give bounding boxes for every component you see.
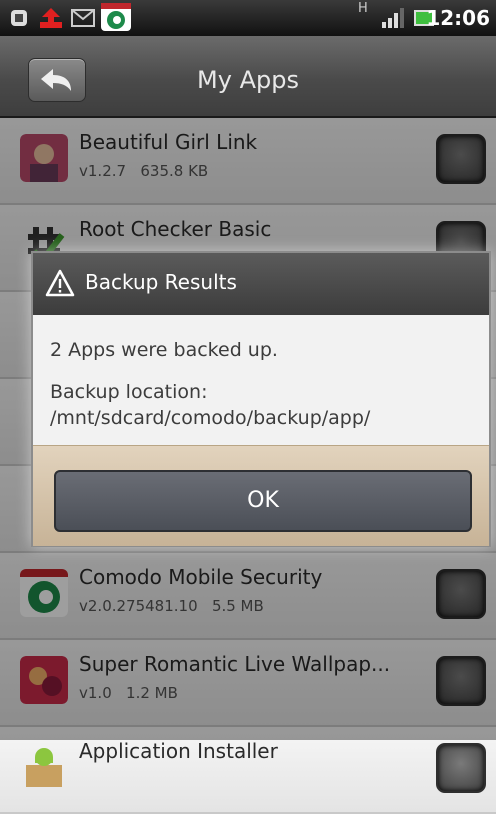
dialog-message: 2 Apps were backed up. — [50, 339, 278, 361]
warning-icon — [45, 269, 75, 297]
dialog-body: 2 Apps were backed up. Backup location: … — [50, 337, 370, 431]
clock: 12:06 — [426, 6, 490, 30]
dialog-header: Backup Results — [33, 253, 489, 315]
upload-icon — [40, 8, 62, 28]
network-type-label: H — [358, 1, 368, 16]
android-installer-icon — [26, 748, 62, 787]
dialog-title: Backup Results — [85, 270, 237, 294]
usb-debug-icon — [11, 10, 27, 26]
select-checkbox[interactable] — [436, 743, 486, 793]
title-bar: My Apps — [0, 36, 496, 118]
signal-icon — [382, 8, 404, 28]
app-name: Application Installer — [79, 739, 278, 763]
backup-location-path: /mnt/sdcard/comodo/backup/app/ — [50, 407, 371, 429]
page-title: My Apps — [197, 66, 299, 94]
mail-icon — [71, 9, 95, 27]
backup-location-label: Backup location: — [50, 381, 208, 403]
ok-button[interactable]: OK — [54, 470, 472, 532]
comodo-notification-icon — [101, 3, 131, 31]
backup-results-dialog: Backup Results 2 Apps were backed up. Ba… — [31, 251, 491, 547]
dialog-footer: OK — [33, 445, 489, 546]
status-bar: H 12:06 — [0, 0, 496, 36]
app-row[interactable]: Application Installer — [0, 727, 496, 814]
